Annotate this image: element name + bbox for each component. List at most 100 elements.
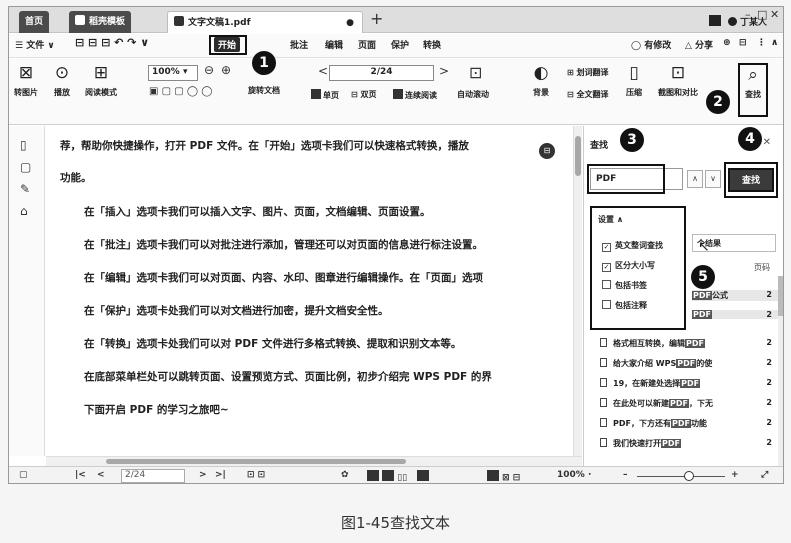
find-prev-button[interactable]: ∧ [687, 170, 703, 188]
list-item[interactable]: 格式相互转换，编辑PDF 2 [600, 338, 778, 349]
menu-edit[interactable]: 编辑 [325, 38, 343, 51]
option-annotations[interactable]: 包括注释 [602, 300, 647, 311]
checkbox-icon[interactable] [602, 300, 611, 309]
menu-annotate[interactable]: 批注 [290, 38, 308, 51]
screenshot-compare-button[interactable]: ⊡ 截图和对比 [653, 63, 703, 98]
settings-toggle[interactable]: 设置 ∧ [598, 214, 623, 225]
zoom-out-icon[interactable]: ⊖ [204, 63, 214, 77]
thumbnail-icon[interactable]: ▢ [20, 160, 31, 174]
document-view[interactable]: 荐，帮助你快捷操作，打开 PDF 文件。在「开始」选项卡我们可以快速格式转换，播… [46, 126, 573, 456]
button-label: 压缩 [626, 88, 642, 97]
list-item[interactable]: PDF公式 2 [692, 290, 778, 301]
list-item[interactable]: PDF，下方还有PDF功能 2 [600, 418, 778, 429]
background-button[interactable]: ◐ 背景 [529, 63, 553, 98]
close-icon[interactable]: ✕ [763, 137, 771, 148]
compress-button[interactable]: ▯ 压缩 [621, 63, 647, 98]
fullscreen-icon[interactable] [416, 470, 429, 481]
tab-home[interactable]: 首页 [19, 11, 50, 33]
minimize-button[interactable]: – [745, 8, 751, 21]
eye-protection-icon[interactable]: ✿ [341, 470, 349, 480]
layers-icon[interactable]: ⌂ [20, 204, 28, 218]
more-icon[interactable]: ⋮ [757, 38, 766, 48]
next-page-button[interactable]: > [199, 470, 207, 480]
play-button[interactable]: ⊙ 播放 [49, 63, 75, 98]
layout-buttons[interactable]: ⊠ ⊟ [487, 470, 520, 483]
prev-page-button[interactable]: < [97, 470, 105, 480]
option-whole-word[interactable]: ✓ 英文整词查找 [602, 240, 663, 252]
new-tab-button[interactable]: + [370, 9, 383, 28]
list-item[interactable]: 在此处可以新建PDF，下无 2 [600, 398, 778, 409]
continuous-button[interactable]: 连续阅读 [393, 89, 437, 101]
read-mode-button[interactable]: ⊞ 阅读模式 [81, 63, 121, 98]
comment-icon[interactable]: ⊟ [739, 38, 747, 48]
menu-protect[interactable]: 保护 [391, 38, 409, 51]
annotation-icon[interactable]: ✎ [20, 182, 30, 196]
callout-4: 4 [738, 127, 762, 151]
scroll-thumb[interactable] [106, 459, 406, 464]
word-translate-button[interactable]: ⊞ 划词翻译 [567, 67, 609, 78]
single-page-button[interactable]: 单页 [311, 89, 339, 101]
tab-templates[interactable]: 稻壳模板 [69, 11, 132, 33]
find-submit-button[interactable]: 查找 [728, 168, 774, 192]
sidebar-toggle-icon[interactable]: ▢ [19, 470, 28, 480]
menu-convert[interactable]: 转换 [423, 38, 441, 51]
list-item[interactable]: PDF 2 [692, 310, 778, 319]
share-button[interactable]: △ 分享 [685, 38, 713, 51]
zoom-select[interactable]: 100% ∙ [557, 470, 591, 480]
zoom-in-icon[interactable]: ⊕ [221, 63, 231, 77]
view-icons[interactable]: ⊡ ⊡ [247, 470, 265, 480]
zoom-in-button[interactable]: + [731, 470, 739, 480]
bookmark-icon[interactable]: ▯ [20, 138, 27, 152]
settings-icon[interactable]: ⊕ [723, 38, 731, 48]
scroll-thumb[interactable] [575, 136, 581, 176]
view-mode-icons[interactable]: ▣ ▢ ▢ ◯ ◯ [149, 86, 212, 97]
fit-window-icon[interactable]: ⤢ [761, 470, 768, 480]
scroll-thumb[interactable] [778, 276, 783, 316]
last-page-button[interactable]: >| [215, 470, 226, 480]
zoom-slider-handle[interactable] [684, 471, 694, 481]
maximize-button[interactable]: □ [757, 8, 767, 21]
double-view-icon[interactable] [382, 470, 395, 481]
fit-page-icon[interactable]: ⊡ [469, 63, 482, 82]
avatar[interactable] [728, 17, 737, 26]
zoom-out-button[interactable]: – [623, 470, 628, 480]
checkbox-checked-icon[interactable]: ✓ [602, 263, 611, 272]
list-item[interactable]: 我们快速打开PDF 2 [600, 438, 778, 449]
list-item[interactable]: 给大家介绍 WPSPDF的使 2 [600, 358, 778, 369]
full-translate-button[interactable]: ⊟ 全文翻译 [567, 89, 609, 100]
option-match-case[interactable]: ✓ 区分大小写 [602, 260, 655, 272]
message-icon[interactable] [709, 15, 721, 26]
vertical-scrollbar[interactable] [573, 126, 582, 456]
close-button[interactable]: ✕ [770, 8, 779, 21]
menu-page[interactable]: 页面 [358, 38, 376, 51]
unsaved-indicator[interactable]: ◯ 有修改 [631, 38, 671, 51]
first-page-button[interactable]: |< [75, 470, 86, 480]
horizontal-scrollbar[interactable] [46, 456, 582, 466]
next-page-button[interactable]: > [439, 64, 449, 78]
view-mode-buttons[interactable]: ▯▯ [367, 470, 429, 483]
list-item[interactable]: 19，在新建处选择PDF 2 [600, 378, 778, 389]
checkbox-checked-icon[interactable]: ✓ [602, 243, 611, 252]
option-bookmarks[interactable]: 包括书签 [602, 280, 647, 291]
results-scrollbar[interactable] [778, 276, 783, 466]
zoom-select[interactable]: 100% ▾ [148, 65, 198, 81]
page-input[interactable]: 2/24 [121, 469, 185, 483]
to-image-button[interactable]: ⊠ 转图片 [9, 63, 43, 98]
quick-access-icons[interactable]: ⊟ ⊟ ⊟ ↶ ↷ ∨ [75, 36, 149, 49]
single-view-icon[interactable] [367, 470, 379, 481]
checkbox-icon[interactable] [602, 280, 611, 289]
collapse-icon[interactable]: ∧ [771, 38, 778, 48]
tab-close-icon[interactable]: ● [346, 12, 354, 34]
file-menu[interactable]: ☰ 文件 ∨ [15, 38, 55, 51]
prev-page-button[interactable]: < [318, 64, 328, 78]
auto-scroll-button[interactable]: 自动滚动 [457, 89, 489, 100]
fit-width-icon[interactable] [487, 470, 499, 481]
floating-tool-icon[interactable]: ⊟ [539, 143, 555, 159]
match-highlight: PDF [661, 439, 681, 448]
zoom-slider[interactable] [637, 476, 725, 477]
page-input[interactable]: 2/24 [329, 65, 434, 81]
double-page-button[interactable]: ⊟ 双页 [351, 89, 377, 100]
tab-document[interactable]: 文字文稿1.pdf ● [167, 11, 363, 33]
doc-line: 在「批注」选项卡我们可以对批注进行添加，管理还可以对页面的信息进行标注设置。 [84, 239, 483, 251]
find-next-button[interactable]: ∨ [705, 170, 721, 188]
